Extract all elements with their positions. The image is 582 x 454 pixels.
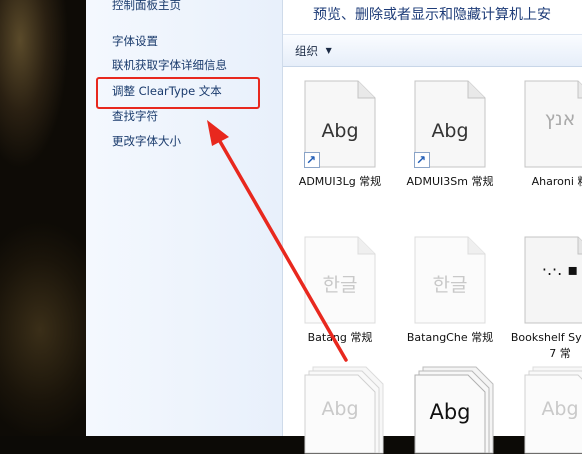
font-family-icon: Abg: [304, 366, 384, 454]
font-name: Batang 常规: [307, 331, 373, 344]
font-sample: 한글: [432, 274, 468, 296]
font-sample: Abg: [541, 398, 579, 420]
font-file-icon: 한글: [414, 236, 486, 324]
organize-menu-button[interactable]: 组织 ▼: [295, 43, 332, 59]
organize-label: 组织: [295, 44, 318, 58]
font-sample: Abg: [321, 120, 359, 142]
annotation-highlight-box: [96, 77, 260, 109]
font-sample: Abg: [431, 120, 469, 142]
font-file-icon: 한글: [304, 236, 376, 324]
font-sample: אנץ: [544, 108, 576, 130]
font-family-icon: Abg: [524, 366, 582, 454]
command-bar: 组织 ▼: [283, 34, 582, 67]
font-family-icon: Abg: [414, 366, 494, 454]
chevron-down-icon: ▼: [325, 46, 332, 55]
font-sample: 한글: [322, 274, 358, 296]
font-sample: Abg: [321, 398, 359, 420]
font-name: Bookshelf Symbol 7 常: [510, 331, 582, 360]
font-name: Aharoni 粗: [531, 175, 582, 188]
font-file-icon: Abg ↗: [304, 80, 376, 168]
sidebar: 控制面板主页 字体设置 联机获取字体详细信息 调整 ClearType 文本 查…: [86, 0, 283, 436]
font-file-icon: ·.·. ▪: [524, 236, 582, 324]
font-name: ADMUI3Lg 常规: [298, 175, 382, 188]
sidebar-link-online-font-info[interactable]: 联机获取字体详细信息: [112, 57, 227, 73]
font-sample: ·.·. ▪: [541, 260, 579, 279]
font-file-icon: Abg ↗: [414, 80, 486, 168]
font-name: BatangChe 常规: [406, 331, 494, 344]
page-description: 预览、删除或者显示和隐藏计算机上安: [313, 7, 551, 23]
sidebar-link-control-panel-home[interactable]: 控制面板主页: [112, 0, 181, 13]
font-file-icon: אנץ: [524, 80, 582, 168]
sidebar-link-find-character[interactable]: 查找字符: [112, 108, 158, 124]
shortcut-arrow-icon: ↗: [414, 152, 430, 168]
sidebar-link-font-settings[interactable]: 字体设置: [112, 33, 158, 49]
font-name: ADMUI3Sm 常规: [406, 175, 494, 188]
font-sample: Abg: [429, 400, 471, 424]
sidebar-link-change-font-size[interactable]: 更改字体大小: [112, 133, 181, 149]
desktop-background: [0, 0, 86, 436]
main-panel: 预览、删除或者显示和隐藏计算机上安 组织 ▼ Abg ↗ ADMUI3Lg 常规…: [283, 0, 582, 454]
fonts-control-panel-window: 控制面板主页 字体设置 联机获取字体详细信息 调整 ClearType 文本 查…: [86, 0, 582, 454]
shortcut-arrow-icon: ↗: [304, 152, 320, 168]
